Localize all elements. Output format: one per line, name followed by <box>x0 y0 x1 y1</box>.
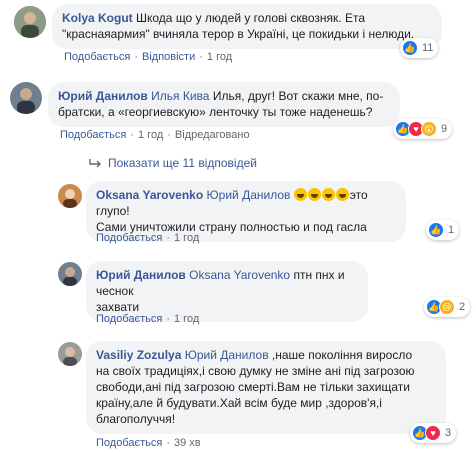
timestamp[interactable]: 1 год <box>207 51 232 63</box>
reactions-summary[interactable]: 👍 ♥ 3 <box>410 423 457 443</box>
like-icon: 👍 <box>428 222 444 238</box>
wow-icon: 😮 <box>421 121 437 137</box>
avatar[interactable] <box>58 342 82 366</box>
like-icon: 👍 <box>402 40 418 56</box>
like-button[interactable]: Подобається <box>96 437 162 449</box>
like-button[interactable]: Подобається <box>96 313 162 325</box>
reaction-count: 1 <box>448 224 455 236</box>
comment-author[interactable]: Kolya Kogut <box>62 11 133 25</box>
laugh-emoji-icon <box>293 188 350 202</box>
reaction-count: 11 <box>422 42 434 54</box>
mention-link[interactable]: Илья Кива <box>151 89 209 103</box>
sad-icon: 😢 <box>439 299 455 315</box>
reactions-summary[interactable]: 👍 😢 2 <box>424 297 471 317</box>
timestamp[interactable]: 1 год <box>138 129 163 141</box>
comment-author[interactable]: Юрий Данилов <box>58 89 148 103</box>
show-more-replies-label: Показати ще 11 відповідей <box>108 156 257 170</box>
comment-actions: Подобається · 1 год <box>96 232 200 244</box>
reaction-count: 2 <box>459 301 466 313</box>
avatar-photo <box>58 262 82 286</box>
like-button[interactable]: Подобається <box>64 51 130 63</box>
reactions-summary[interactable]: 👍 1 <box>426 220 460 240</box>
comment-actions: Подобається · 1 год <box>96 313 200 325</box>
comment-text-line2: "краснаяармия" вчиняла терор в Україні, … <box>62 27 415 41</box>
like-button[interactable]: Подобається <box>60 129 126 141</box>
reaction-count: 3 <box>445 427 452 439</box>
avatar[interactable] <box>14 6 46 38</box>
love-icon: ♥ <box>425 425 441 441</box>
comment-actions: Подобається · 1 год · Відредаговано <box>60 129 250 141</box>
reply-button[interactable]: Відповісти <box>142 51 195 63</box>
timestamp[interactable]: 1 год <box>174 313 199 325</box>
edited-label[interactable]: Відредаговано <box>175 129 250 141</box>
comment-text-line2: братски, а «георгиевскую» ленточку ты то… <box>58 105 373 119</box>
comment-actions: Подобається · 39 хв <box>96 437 201 449</box>
comment-bubble: Kolya Kogut Шкода що у людей у голові ск… <box>52 4 442 49</box>
like-button[interactable]: Подобається <box>96 232 162 244</box>
comment-text-line2: на своїх традиціях,і свою думку не зміне… <box>96 364 415 378</box>
comment-text-line4: країну,але й будувати.Хай всім буде мир … <box>96 396 382 410</box>
comment-author[interactable]: Oksana Yarovenko <box>96 188 203 202</box>
comment-actions: Подобається · Відповісти · 1 год <box>64 51 233 63</box>
timestamp[interactable]: 39 хв <box>174 437 201 449</box>
comment-author[interactable]: Vasiliy Zozulya <box>96 348 181 362</box>
comment-author[interactable]: Юрий Данилов <box>96 268 186 282</box>
avatar[interactable] <box>58 184 82 208</box>
comment-text-line3: свободи,ані під загрозою смерті.Вам не т… <box>96 380 410 394</box>
comment-bubble: Vasiliy Zozulya Юрий Данилов ,наше покол… <box>86 341 446 434</box>
avatar[interactable] <box>58 262 82 286</box>
timestamp[interactable]: 1 год <box>174 232 199 244</box>
avatar-photo <box>10 82 42 114</box>
avatar[interactable] <box>10 82 42 114</box>
reactions-summary[interactable]: 👍 ♥ 😮 9 <box>393 119 453 139</box>
reaction-count: 9 <box>441 123 448 135</box>
reply-arrow-icon <box>89 159 101 168</box>
mention-link[interactable]: Oksana Yarovenko <box>189 268 290 282</box>
comment-text-line5: благополуччя! <box>96 412 176 426</box>
comment-text-line1: ,наше покоління виросло <box>271 348 413 362</box>
comment-bubble: Юрий Данилов Илья Кива Илья, друг! Вот с… <box>48 82 400 127</box>
mention-link[interactable]: Юрий Данилов <box>185 348 269 362</box>
avatar-photo <box>14 6 46 38</box>
show-more-replies-link[interactable]: Показати ще 11 відповідей <box>88 156 257 170</box>
avatar-photo <box>58 184 82 208</box>
avatar-photo <box>58 342 82 366</box>
comment-text-line1: Илья, друг! Вот скажи мне, по- <box>212 89 384 103</box>
reactions-summary[interactable]: 👍 11 <box>400 38 439 58</box>
mention-link[interactable]: Юрий Данилов <box>207 188 291 202</box>
comment-text-line1: Шкода що у людей у голові сквозняк. Ета <box>136 11 366 25</box>
